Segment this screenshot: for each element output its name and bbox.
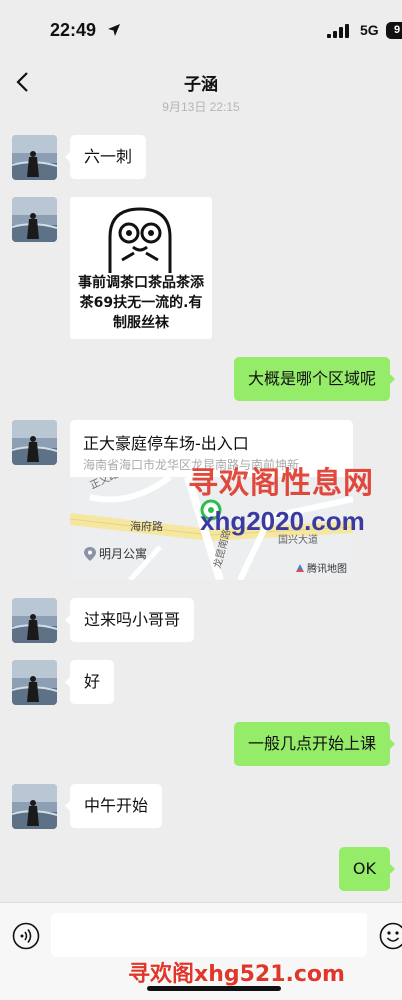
- street-label: 海府路: [130, 519, 163, 533]
- time-divider: 9月13日 22:15: [162, 100, 240, 114]
- emoji-icon[interactable]: [379, 922, 402, 950]
- watermark-url: xhg2020.com: [200, 506, 365, 536]
- voice-icon[interactable]: [12, 922, 40, 950]
- message-bubble-outgoing[interactable]: 大概是哪个区域呢: [233, 357, 396, 401]
- watermark-text: 寻欢阁性息网: [188, 466, 374, 501]
- sticker-face-image: [108, 207, 172, 273]
- battery-icon: 9: [386, 22, 402, 39]
- home-indicator: [147, 986, 281, 991]
- watermark-bottom: 寻欢阁xhg521.com: [128, 962, 345, 987]
- contact-avatar[interactable]: [12, 598, 57, 643]
- contact-avatar[interactable]: [12, 420, 57, 465]
- map-provider: 腾讯地图: [295, 560, 347, 575]
- network-label: 5G: [360, 22, 379, 38]
- location-arrow-icon: [108, 24, 120, 36]
- contact-avatar[interactable]: [12, 197, 57, 242]
- message-bubble-incoming[interactable]: 过来吗小哥哥: [64, 598, 195, 642]
- message-bubble-incoming[interactable]: 好: [64, 660, 115, 704]
- map-poi: 明月公寓: [84, 545, 147, 562]
- message-bubble-incoming[interactable]: 六一刺: [64, 135, 147, 179]
- location-title: 正大豪庭停车场-出入口: [83, 434, 249, 453]
- contact-avatar[interactable]: [12, 660, 57, 705]
- signal-icon: [327, 24, 349, 38]
- sticker-message[interactable]: 事前调茶口茶品茶添茶69扶无一流的.有制服丝袜: [70, 197, 212, 339]
- message-input[interactable]: [51, 913, 367, 957]
- status-bar: 22:49 5G 9: [0, 0, 402, 58]
- message-bubble-outgoing[interactable]: 一般几点开始上课: [233, 722, 396, 766]
- contact-avatar[interactable]: [12, 135, 57, 180]
- message-bubble-outgoing[interactable]: OK: [338, 847, 396, 891]
- map-brand-icon: [296, 563, 304, 572]
- sticker-text: 事前调茶口茶品茶添茶69扶无一流的.有制服丝袜: [78, 275, 204, 331]
- poi-pin-icon: [84, 546, 96, 561]
- message-bubble-incoming[interactable]: 中午开始: [64, 784, 163, 828]
- contact-avatar[interactable]: [12, 784, 57, 829]
- status-time: 22:49: [50, 20, 97, 40]
- chat-title: 子涵: [184, 75, 218, 95]
